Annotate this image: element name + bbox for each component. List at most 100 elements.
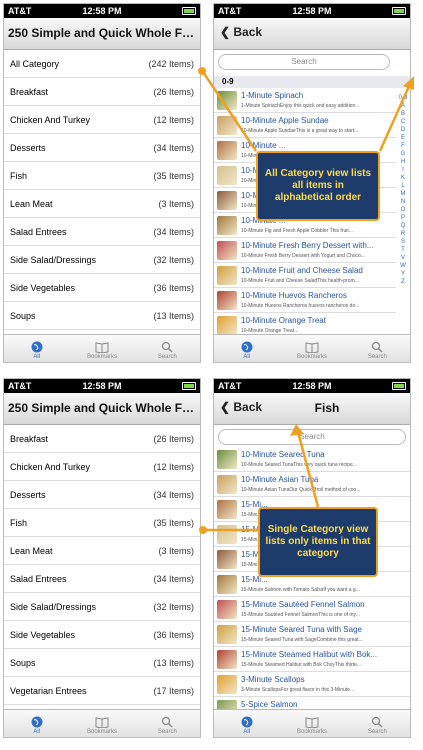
- tab-bookmarks[interactable]: Bookmarks: [69, 710, 134, 737]
- recipe-title: 10-Minute Asian Tuna: [241, 475, 319, 484]
- index-letter[interactable]: Y: [397, 270, 409, 278]
- recipe-row[interactable]: 15-Minute Seared Tuna with Sage 15-Minute…: [214, 622, 410, 647]
- category-row[interactable]: Salad Entrees (34 Items): [4, 565, 200, 593]
- index-letter[interactable]: L: [397, 182, 409, 190]
- tab-search[interactable]: Search: [135, 710, 200, 737]
- category-name: Breakfast: [10, 86, 49, 97]
- index-letter[interactable]: E: [397, 134, 409, 142]
- recipe-row[interactable]: 15-Minute Steamed Halibut with Bok... 15-…: [214, 647, 410, 672]
- category-row[interactable]: Side Vegetables (36 Items): [4, 621, 200, 649]
- search-input[interactable]: Search: [218, 54, 390, 70]
- tab-bookmarks[interactable]: Bookmarks: [69, 335, 134, 362]
- category-row[interactable]: Desserts (34 Items): [4, 134, 200, 162]
- index-letter[interactable]: G: [397, 150, 409, 158]
- category-row[interactable]: Breakfast (26 Items): [4, 425, 200, 453]
- tab-label: Bookmarks: [86, 354, 117, 360]
- status-bar: AT&T 12:58 PM: [4, 379, 200, 393]
- globe-icon: [31, 716, 43, 728]
- tab-all[interactable]: All: [214, 710, 279, 737]
- recipe-thumbnail: [217, 550, 237, 569]
- index-letter[interactable]: B: [397, 110, 409, 118]
- index-letter[interactable]: A: [397, 102, 409, 110]
- recipe-row[interactable]: 10-Minute Seared Tuna 10-Minute Seared Tu…: [214, 447, 410, 472]
- recipe-thumbnail: [217, 166, 237, 185]
- index-letter[interactable]: D: [397, 126, 409, 134]
- recipe-row[interactable]: 10-Minute Asian Tuna 10-Minute Asian Tuna…: [214, 472, 410, 497]
- category-row[interactable]: Soups (13 Items): [4, 649, 200, 677]
- index-letter[interactable]: O: [397, 206, 409, 214]
- tab-search[interactable]: Search: [135, 335, 200, 362]
- book-icon: [305, 717, 319, 728]
- recipe-row[interactable]: 15-Minute Sautéed Fennel Salmon 15-Minute…: [214, 597, 410, 622]
- index-letter[interactable]: C: [397, 118, 409, 126]
- category-row[interactable]: Fish (35 Items): [4, 509, 200, 537]
- recipe-row[interactable]: 1-Minute Spinach 1-Minute SpinachEnjoy th…: [214, 88, 396, 113]
- category-row[interactable]: Fish (35 Items): [4, 162, 200, 190]
- recipe-thumbnail: [217, 500, 237, 519]
- category-name: All Category: [10, 58, 60, 69]
- index-letter[interactable]: S: [397, 238, 409, 246]
- recipe-row[interactable]: 5-Spice Salmon: [214, 697, 410, 709]
- index-letter[interactable]: N: [397, 198, 409, 206]
- tab-search[interactable]: Search: [345, 335, 410, 362]
- recipe-snippet: 10-Minute Asian TunaOur Quick Broil meth…: [241, 487, 361, 493]
- recipe-title: 10-Minute Seared Tuna: [241, 450, 325, 459]
- index-letter[interactable]: F: [397, 142, 409, 150]
- category-name: Side Salad/Dressings: [10, 254, 97, 265]
- category-row[interactable]: All Category (242 Items): [4, 50, 200, 78]
- battery-icon: [182, 382, 196, 390]
- tab-all[interactable]: All: [4, 335, 69, 362]
- category-name: Soups: [10, 310, 36, 321]
- tab-all[interactable]: All: [214, 335, 279, 362]
- category-row[interactable]: Lean Meat (3 Items): [4, 537, 200, 565]
- index-letter[interactable]: H: [397, 158, 409, 166]
- category-row[interactable]: Salad Entrees (34 Items): [4, 218, 200, 246]
- index-letter[interactable]: K: [397, 174, 409, 182]
- book-icon: [95, 342, 109, 353]
- category-row[interactable]: Lean Meat (3 Items): [4, 190, 200, 218]
- alphabet-index[interactable]: 0-9 A B C D E F G H I K L M N O P Q R S T V W Y Z: [397, 94, 409, 286]
- category-row[interactable]: Chicken And Turkey (12 Items): [4, 106, 200, 134]
- recipe-row[interactable]: 3-Minute Scallops 3-Minute ScallopsFor gr…: [214, 672, 410, 697]
- index-letter[interactable]: I: [397, 166, 409, 174]
- category-name: Side Salad/Dressings: [10, 601, 97, 612]
- index-letter[interactable]: T: [397, 246, 409, 254]
- index-letter[interactable]: V: [397, 254, 409, 262]
- category-row[interactable]: Chicken And Turkey (12 Items): [4, 453, 200, 481]
- index-letter[interactable]: 0-9: [397, 94, 409, 102]
- category-count: (34 Items): [153, 142, 194, 153]
- recipe-row[interactable]: 10-Minute Huevos Rancheros 10-Minute Huev…: [214, 288, 396, 313]
- back-button[interactable]: ❮ Back: [220, 400, 262, 414]
- recipe-row[interactable]: 10-Minute Apple Sundae 10-Minute Apple Su…: [214, 113, 396, 138]
- category-row[interactable]: Side Salad/Dressings (32 Items): [4, 246, 200, 274]
- index-letter[interactable]: Q: [397, 222, 409, 230]
- back-button[interactable]: ❮ Back: [220, 25, 262, 39]
- recipe-row[interactable]: 10-Minute Orange Treat 10-Minute Orange T…: [214, 313, 396, 334]
- index-letter[interactable]: M: [397, 190, 409, 198]
- category-row[interactable]: Breakfast (26 Items): [4, 78, 200, 106]
- tab-search[interactable]: Search: [345, 710, 410, 737]
- recipe-row[interactable]: 10-Minute Fresh Berry Dessert with... 10-…: [214, 238, 396, 263]
- category-count: (3 Items): [158, 198, 194, 209]
- index-letter[interactable]: Z: [397, 278, 409, 286]
- category-name: Lean Meat: [10, 198, 53, 209]
- index-letter[interactable]: W: [397, 262, 409, 270]
- category-row[interactable]: Desserts (34 Items): [4, 481, 200, 509]
- recipe-title: 10-Minute Fresh Berry Dessert with...: [241, 241, 374, 250]
- category-row[interactable]: Side Salad/Dressings (32 Items): [4, 593, 200, 621]
- tab-bookmarks[interactable]: Bookmarks: [279, 335, 344, 362]
- category-row[interactable]: Soups (13 Items): [4, 302, 200, 330]
- category-row[interactable]: Vegetarian Entrees (17 Items): [4, 677, 200, 705]
- recipe-row[interactable]: 10-Minute Fruit and Cheese Salad 10-Minut…: [214, 263, 396, 288]
- status-bar: AT&T 12:58 PM: [4, 4, 200, 18]
- index-letter[interactable]: P: [397, 214, 409, 222]
- tab-all[interactable]: All: [4, 710, 69, 737]
- category-row[interactable]: Side Vegetables (36 Items): [4, 274, 200, 302]
- tab-bookmarks[interactable]: Bookmarks: [279, 710, 344, 737]
- page-title: 250 Simple and Quick Whole Foods...: [8, 401, 196, 415]
- category-list: Breakfast (26 Items) Chicken And Turkey (12…: [4, 425, 200, 709]
- category-name: Side Vegetables: [10, 282, 76, 293]
- search-input[interactable]: Search: [218, 429, 406, 445]
- screen-top-left: AT&T 12:58 PM 250 Simple and Quick Whole …: [3, 3, 201, 363]
- index-letter[interactable]: R: [397, 230, 409, 238]
